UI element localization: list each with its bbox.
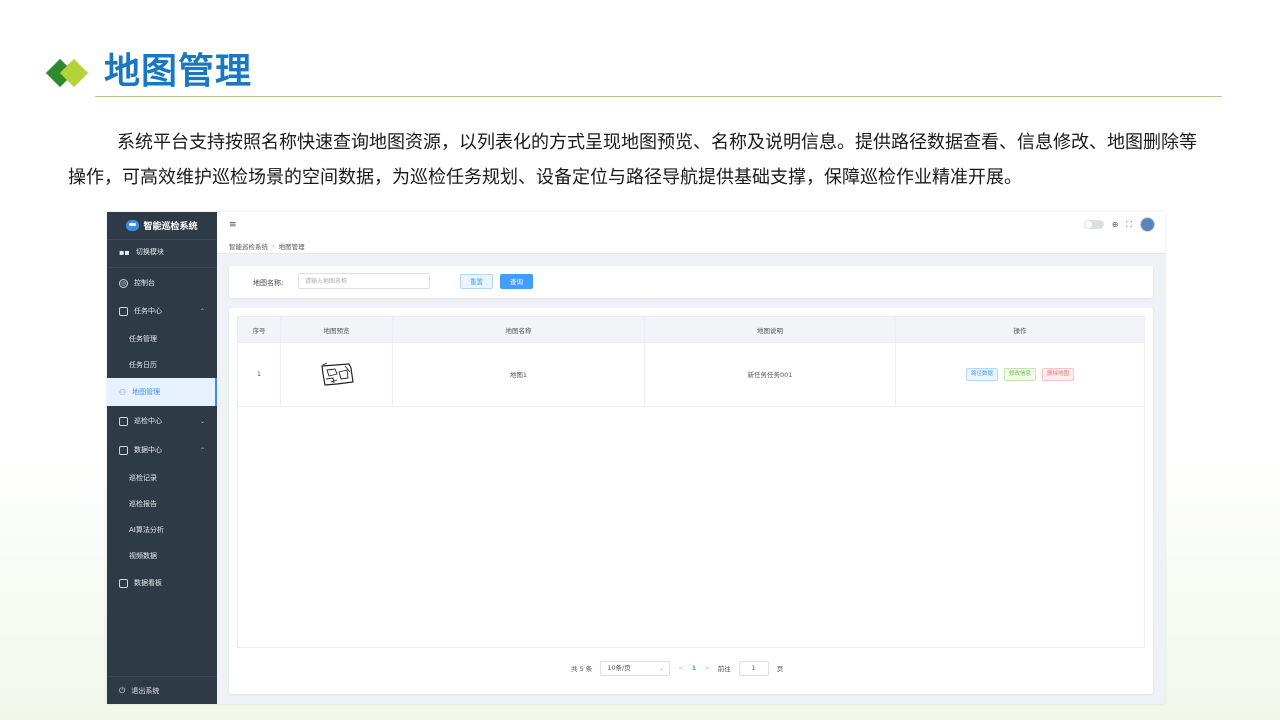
map-name-input[interactable]: 请输入地图名称 xyxy=(298,273,430,289)
table-row: 1 地图1 新任务任务001 路径数据 修改信息 删除地图 xyxy=(238,342,1144,407)
column-header: 地图名称 xyxy=(393,317,645,342)
current-page[interactable]: 1 xyxy=(692,664,697,672)
prev-page-button[interactable]: < xyxy=(678,664,683,672)
monitor-icon xyxy=(119,445,128,455)
sidebar-item-map-management[interactable]: ⚇ 地图管理 xyxy=(107,378,217,406)
column-header: 地图说明 xyxy=(645,317,896,342)
sidebar-item-inspection-report[interactable]: 巡检报告 xyxy=(107,491,217,517)
chart-icon xyxy=(119,578,128,588)
sidebar-item-inspection-records[interactable]: 巡检记录 xyxy=(107,465,217,491)
slide-header: 地图管理 xyxy=(45,40,1226,92)
pagination: 共 5 条 10条/页 ⌄ < 1 > 前往 1 页 xyxy=(571,660,783,676)
row-index: 1 xyxy=(238,342,281,406)
logout-button[interactable]: ⏻ 退出系统 xyxy=(107,676,217,704)
goto-page-input[interactable]: 1 xyxy=(738,660,769,676)
sidebar-item-video-data[interactable]: 视频数据 xyxy=(107,543,217,569)
total-count: 共 5 条 xyxy=(571,665,593,673)
user-icon: ⚇ xyxy=(119,387,127,397)
topbar-actions: ⊕ ⛶ xyxy=(1083,217,1155,232)
path-data-button[interactable]: 路径数据 xyxy=(965,367,998,381)
map-table: 序号 地图预览 地图名称 地图说明 操作 1 地图1 新任务任务001 路径数据… xyxy=(237,316,1145,648)
sidebar-item-task-calendar[interactable]: 任务日历 xyxy=(107,352,217,378)
search-panel: 地图名称: 请输入地图名称 重置 查询 xyxy=(229,266,1153,298)
sidebar-item-label: 数据中心 xyxy=(134,446,162,454)
column-header: 序号 xyxy=(238,317,281,342)
sidebar-item-console[interactable]: ◎ 控制台 xyxy=(107,270,217,296)
menu-icon[interactable]: ≡ xyxy=(229,220,237,230)
intro-paragraph: 系统平台支持按照名称快速查询地图资源，以列表化的方式呈现地图预览、名称及说明信息… xyxy=(68,132,1197,188)
sidebar: 智能巡检系统 ▪▪ 切换模块 ◎ 控制台 任务中心 ⌃ 任务管理 任务日历 ⚇ … xyxy=(107,212,217,704)
sidebar-item-data-dashboard[interactable]: 数据看板 xyxy=(107,570,217,596)
calendar-icon xyxy=(119,306,128,316)
app-screenshot: 智能巡检系统 ▪▪ 切换模块 ◎ 控制台 任务中心 ⌃ 任务管理 任务日历 ⚇ … xyxy=(107,212,1165,704)
power-icon: ⏻ xyxy=(119,685,126,695)
sidebar-item-ai-analysis[interactable]: AI算法分析 xyxy=(107,517,217,543)
map-description-cell: 新任务任务001 xyxy=(645,342,896,406)
sidebar-item-label: 视频数据 xyxy=(129,552,157,560)
sidebar-item-label: 任务日历 xyxy=(129,361,157,369)
dashboard-icon: ◎ xyxy=(119,278,128,288)
page-unit-label: 页 xyxy=(776,665,784,673)
grid-icon: ▪▪ xyxy=(119,247,130,257)
column-header: 操作 xyxy=(1013,326,1027,335)
actions-cell: 路径数据 修改信息 删除地图 xyxy=(896,342,1144,406)
switch-module-label: 切换模块 xyxy=(135,248,164,256)
next-page-button[interactable]: > xyxy=(704,664,709,672)
brand-name: 智能巡检系统 xyxy=(143,222,198,232)
chevron-down-icon: ⌄ xyxy=(658,663,665,672)
sidebar-divider xyxy=(107,267,217,268)
sidebar-item-task-center[interactable]: 任务中心 ⌃ xyxy=(107,298,217,324)
map-preview-image xyxy=(320,362,354,386)
page-size-value: 10条/页 xyxy=(607,663,631,672)
sidebar-item-label: 数据看板 xyxy=(134,579,162,587)
sidebar-item-label: AI算法分析 xyxy=(129,526,164,534)
title-divider xyxy=(95,96,1222,97)
breadcrumb-home[interactable]: 智能巡检系统 xyxy=(229,241,268,251)
breadcrumb: 智能巡检系统 › 地图管理 xyxy=(217,238,1165,254)
sidebar-item-label: 任务管理 xyxy=(129,335,157,343)
robot-logo-icon xyxy=(126,220,140,231)
sidebar-item-label: 巡检记录 xyxy=(129,474,157,482)
logout-label: 退出系统 xyxy=(131,686,160,695)
avatar[interactable] xyxy=(1140,217,1155,232)
sidebar-item-data-center[interactable]: 数据中心 ⌃ xyxy=(107,437,217,463)
breadcrumb-current: 地图管理 xyxy=(278,242,305,251)
chevron-up-icon: ⌃ xyxy=(199,446,205,454)
breadcrumb-separator-icon: › xyxy=(272,241,275,250)
document-icon xyxy=(119,416,128,426)
slide-title: 地图管理 xyxy=(104,51,253,92)
sidebar-item-label: 巡检中心 xyxy=(134,417,162,425)
switch-module-button[interactable]: ▪▪ 切换模块 xyxy=(107,239,217,265)
delete-map-button[interactable]: 删除地图 xyxy=(1042,367,1075,381)
theme-toggle[interactable] xyxy=(1083,220,1104,229)
column-header: 地图预览 xyxy=(281,317,393,342)
edit-info-button[interactable]: 修改信息 xyxy=(1003,367,1036,381)
query-button[interactable]: 查询 xyxy=(500,274,533,289)
sidebar-item-label: 任务中心 xyxy=(134,307,162,315)
chevron-down-icon: ⌄ xyxy=(199,417,205,425)
table-header: 序号 地图预览 地图名称 地图说明 操作 xyxy=(238,317,1144,343)
sidebar-item-label: 控制台 xyxy=(134,279,155,287)
map-table-panel: 序号 地图预览 地图名称 地图说明 操作 1 地图1 新任务任务001 路径数据… xyxy=(229,308,1153,694)
reset-button[interactable]: 重置 xyxy=(460,274,493,289)
sidebar-item-task-management[interactable]: 任务管理 xyxy=(107,326,217,352)
sidebar-item-label: 地图管理 xyxy=(132,388,161,396)
sidebar-item-label: 巡检报告 xyxy=(129,500,157,508)
goto-label: 前往 xyxy=(717,665,731,673)
chevron-up-icon: ⌃ xyxy=(199,307,205,315)
fullscreen-icon[interactable]: ⛶ xyxy=(1126,220,1132,230)
sidebar-item-inspection-center[interactable]: 巡检中心 ⌄ xyxy=(107,408,217,434)
map-name-cell: 地图1 xyxy=(393,342,645,406)
topbar: ≡ ⊕ ⛶ xyxy=(217,212,1165,239)
brand: 智能巡检系统 xyxy=(107,212,217,240)
map-name-label: 地图名称: xyxy=(253,279,284,287)
page-size-select[interactable]: 10条/页 ⌄ xyxy=(600,660,671,676)
map-preview[interactable] xyxy=(281,342,393,406)
globe-icon[interactable]: ⊕ xyxy=(1112,220,1119,229)
